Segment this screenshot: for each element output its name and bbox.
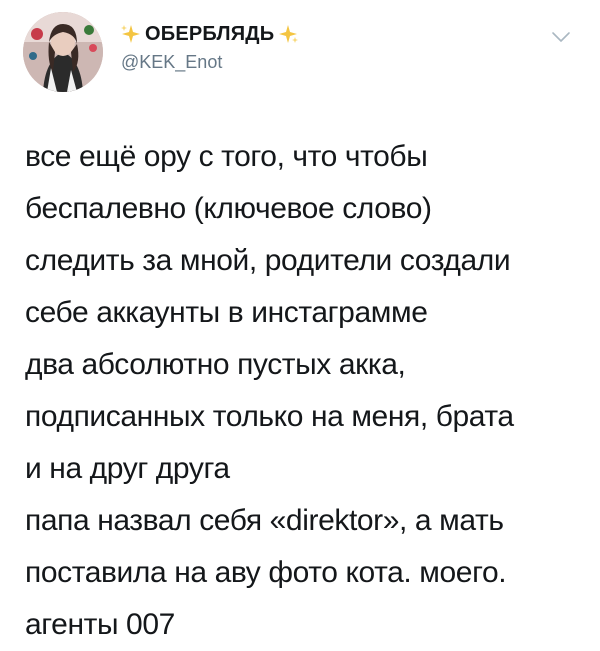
chevron-down-icon[interactable]	[551, 30, 571, 44]
sparkles-icon	[121, 25, 140, 43]
tweet-text-line: следить за мной, родители создали	[25, 244, 511, 277]
tweet-text-line: подписанных только на меня, брата	[25, 400, 514, 433]
tweet-text-line: все ещё ору с того, что чтобы	[25, 140, 428, 173]
tweet-text: все ещё ору с того, что чтобы беспалевно…	[25, 131, 585, 651]
tweet-text-line: папа назвал себя «direktor», а мать	[25, 504, 504, 537]
sparkles-icon	[279, 25, 299, 43]
user-handle[interactable]: @KEK_Enot	[121, 52, 299, 73]
avatar[interactable]	[23, 12, 103, 92]
tweet-card: ОБЕРБЛЯДЬ @KEK_Enot все ещё ору с того, …	[0, 0, 600, 641]
tweet-header: ОБЕРБЛЯДЬ @KEK_Enot	[120, 19, 299, 73]
tweet-text-line: беспалевно (ключевое слово)	[25, 192, 432, 225]
display-name-row[interactable]: ОБЕРБЛЯДЬ	[120, 19, 299, 49]
tweet-text-line: и на друг друга	[25, 452, 230, 485]
tweet-text-line: два абсолютно пустых акка,	[25, 348, 406, 381]
tweet-text-line: поставила на аву фото кота. моего.	[25, 556, 507, 589]
display-name: ОБЕРБЛЯДЬ	[145, 22, 275, 45]
tweet-text-line: агенты 007	[25, 608, 175, 641]
tweet-text-line: себе аккаунты в инстаграмме	[25, 296, 428, 329]
avatar-photo-icon	[23, 12, 103, 92]
